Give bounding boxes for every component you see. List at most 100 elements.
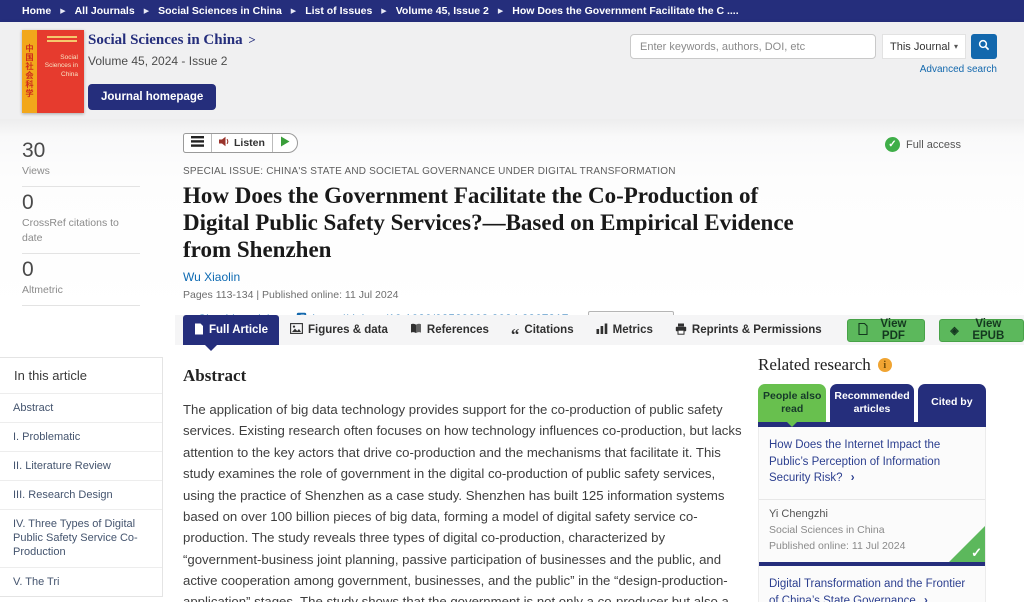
breadcrumb-home[interactable]: Home	[22, 5, 51, 17]
cover-title-text: Social Sciences in China	[37, 54, 80, 79]
search-scope-dropdown[interactable]: This Journal ▾	[882, 34, 966, 59]
toc-item-literature-review[interactable]: II. Literature Review	[0, 451, 162, 480]
related-item-title-link[interactable]: How Does the Internet Impact the Public’…	[759, 427, 985, 500]
listen-play-button[interactable]	[273, 134, 297, 152]
breadcrumb-separator-icon: ▶	[291, 7, 296, 15]
breadcrumb-list-of-issues[interactable]: List of Issues	[305, 5, 372, 17]
toc-item-problematic[interactable]: I. Problematic	[0, 422, 162, 451]
breadcrumb: Home ▶ All Journals ▶ Social Sciences in…	[0, 0, 1024, 22]
epub-diamond-icon: ◈	[950, 324, 958, 337]
journal-homepage-button[interactable]: Journal homepage	[88, 84, 216, 110]
related-item: How Does the Internet Impact the Public’…	[759, 427, 985, 562]
toc-item-abstract[interactable]: Abstract	[0, 393, 162, 422]
tab-reprints-permissions[interactable]: Reprints & Permissions	[664, 315, 833, 345]
search-scope-value: This Journal	[890, 41, 950, 53]
tab-metrics[interactable]: Metrics	[585, 315, 664, 345]
article-tab-bar: Full Article Figures & data References “…	[175, 315, 1024, 345]
view-pdf-button[interactable]: View PDF	[847, 319, 926, 342]
full-access-label: Full access	[906, 139, 961, 151]
tab-citations[interactable]: “ Citations	[500, 315, 585, 345]
view-epub-button[interactable]: ◈ View EPUB	[939, 319, 1024, 342]
chevron-right-icon: ›	[851, 472, 855, 484]
article-body: Abstract The application of big data tec…	[183, 366, 745, 602]
view-pdf-label: View PDF	[873, 318, 915, 342]
metric-crossref: 0 CrossRef citations to date	[22, 187, 140, 253]
listen-menu-button[interactable]	[184, 134, 212, 152]
chevron-right-icon: >	[248, 32, 255, 47]
journal-cover-front: Social Sciences in China	[37, 30, 84, 113]
related-item-journal: Social Sciences in China	[769, 524, 975, 536]
tab-recommended-articles[interactable]: Recommended articles	[830, 384, 913, 422]
metric-value: 0	[22, 258, 140, 281]
cover-decoration-line	[47, 36, 77, 38]
breadcrumb-separator-icon: ▶	[60, 7, 65, 15]
metric-value: 30	[22, 139, 140, 162]
metric-label: Altmetric	[22, 283, 140, 297]
check-icon: ✓	[971, 545, 982, 561]
advanced-search-link[interactable]: Advanced search	[920, 64, 997, 75]
breadcrumb-separator-icon: ▶	[381, 7, 386, 15]
breadcrumb-all-journals[interactable]: All Journals	[75, 5, 135, 17]
listen-button[interactable]: Listen	[212, 134, 273, 152]
abstract-text: The application of big data technology p…	[183, 399, 745, 602]
journal-title-link[interactable]: Social Sciences in China >	[88, 32, 256, 49]
cover-decoration-line	[47, 40, 77, 42]
tab-references[interactable]: References	[399, 315, 500, 345]
toc-item-next-section[interactable]: V. The Tri	[0, 567, 162, 596]
listen-label: Listen	[234, 137, 265, 149]
speaker-icon	[219, 134, 230, 152]
quote-icon: “	[511, 332, 520, 338]
journal-article-page: Home ▶ All Journals ▶ Social Sciences in…	[0, 0, 1024, 602]
play-icon	[280, 134, 290, 152]
tab-people-also-read[interactable]: People also read	[758, 384, 826, 422]
tab-label: Reprints & Permissions	[692, 324, 822, 336]
info-icon[interactable]: i	[878, 358, 892, 372]
breadcrumb-issue[interactable]: Volume 45, Issue 2	[396, 5, 489, 17]
bar-chart-icon	[596, 323, 608, 337]
printer-icon	[675, 323, 687, 338]
breadcrumb-journal[interactable]: Social Sciences in China	[158, 5, 282, 17]
pdf-document-icon	[858, 323, 868, 338]
abstract-heading: Abstract	[183, 366, 745, 386]
journal-cover-image[interactable]: 中国社会科学 Social Sciences in China	[22, 30, 84, 113]
full-access-badge: ✓ Full access	[885, 137, 961, 152]
related-item: Digital Transformation and the Frontier …	[759, 566, 985, 602]
related-item-title-link[interactable]: Digital Transformation and the Frontier …	[759, 566, 985, 602]
metric-label: CrossRef citations to date	[22, 216, 140, 244]
related-tabs: People also read Recommended articles Ci…	[758, 384, 986, 422]
related-item-title: Digital Transformation and the Frontier …	[769, 578, 965, 602]
journal-title: Social Sciences in China	[88, 32, 243, 48]
hamburger-icon	[191, 134, 204, 152]
related-item-published: Published online: 11 Jul 2024	[769, 540, 975, 552]
search-input[interactable]	[630, 34, 876, 59]
metric-label: Views	[22, 164, 140, 178]
document-icon	[194, 323, 204, 338]
listen-widget[interactable]: Listen	[183, 133, 298, 153]
related-item-meta: Yi Chengzhi Social Sciences in China Pub…	[759, 500, 985, 562]
article-header: 30 Views 0 CrossRef citations to date 0 …	[0, 119, 1024, 315]
metric-altmetric: 0 Altmetric	[22, 254, 140, 306]
search-button[interactable]	[971, 34, 997, 59]
journal-masthead: 中国社会科学 Social Sciences in China Social S…	[0, 22, 1024, 119]
related-research-heading: Related research	[758, 355, 871, 375]
related-research-panel: Related research i People also read Reco…	[758, 355, 986, 602]
tab-label: Metrics	[613, 324, 653, 336]
breadcrumb-separator-icon: ▶	[144, 7, 149, 15]
tab-figures-data[interactable]: Figures & data	[279, 315, 399, 345]
tab-cited-by[interactable]: Cited by	[918, 384, 986, 422]
special-issue-line: SPECIAL ISSUE: CHINA'S STATE AND SOCIETA…	[183, 166, 833, 177]
tab-full-article[interactable]: Full Article	[183, 315, 279, 345]
volume-issue-line[interactable]: Volume 45, 2024 - Issue 2	[88, 54, 256, 68]
tab-label: Citations	[524, 324, 573, 336]
cover-spine-text: 中国社会科学	[24, 44, 35, 113]
toc-item-research-design[interactable]: III. Research Design	[0, 480, 162, 509]
journal-info: Social Sciences in China > Volume 45, 20…	[88, 32, 256, 110]
article-title: How Does the Government Facilitate the C…	[183, 182, 823, 263]
toc-item-three-types[interactable]: IV. Three Types of Digital Public Safety…	[0, 509, 162, 566]
chevron-down-icon: ▾	[954, 42, 958, 51]
related-items-list: How Does the Internet Impact the Public’…	[758, 427, 986, 602]
metric-views: 30 Views	[22, 135, 140, 187]
author-link[interactable]: Wu Xiaolin	[183, 270, 833, 284]
breadcrumb-separator-icon: ▶	[498, 7, 503, 15]
search-zone: This Journal ▾ Advanced search	[630, 34, 997, 77]
